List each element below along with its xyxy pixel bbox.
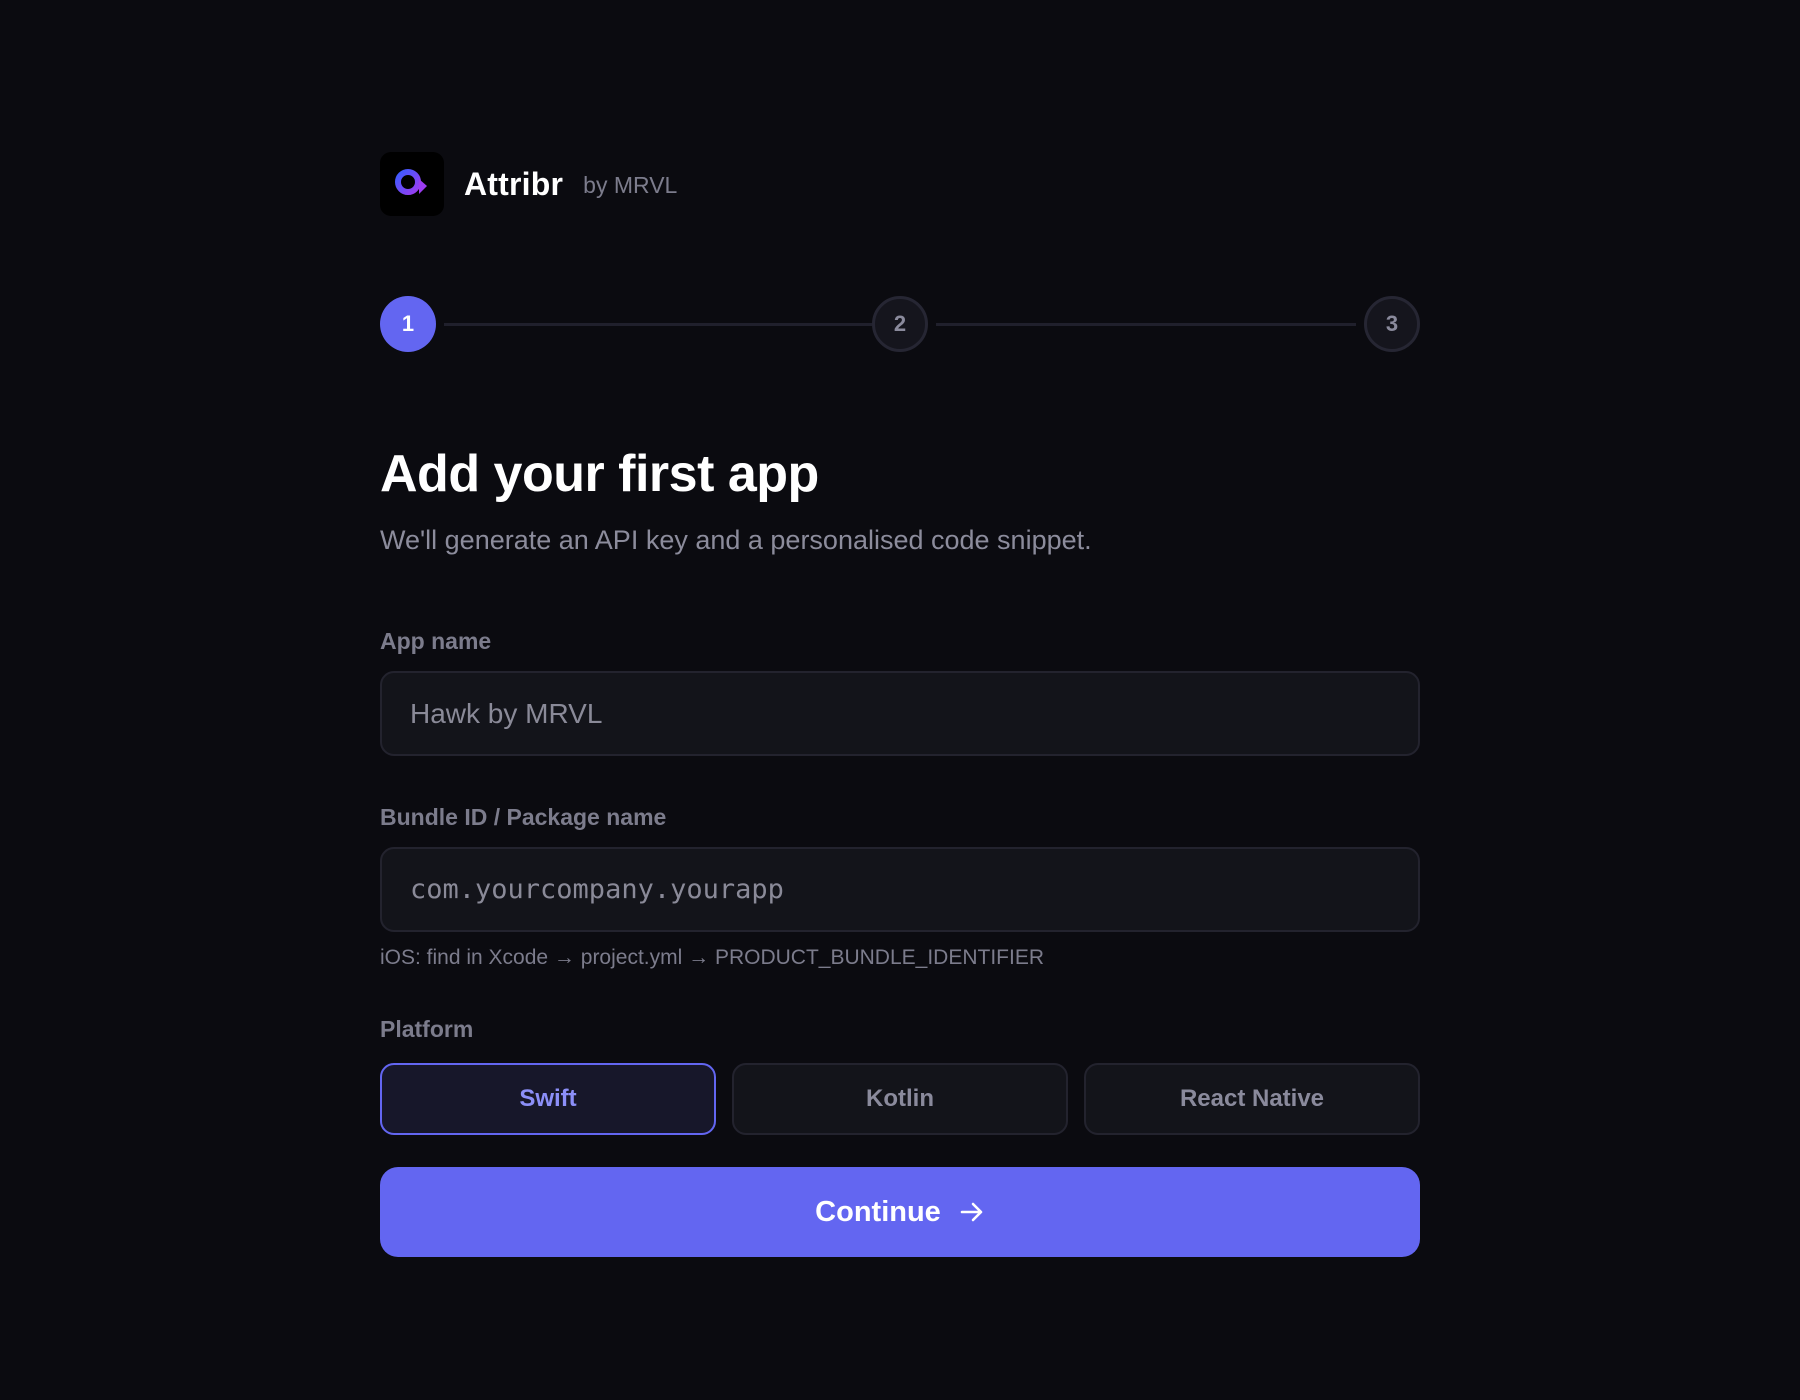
bundle-id-hint: iOS: find in Xcode → project.yml → PRODU… (380, 946, 1045, 970)
platform-option-react-native[interactable]: React Native (1084, 1063, 1420, 1136)
brand-byline: by MRVL (583, 171, 678, 198)
continue-button[interactable]: Continue (380, 1167, 1420, 1258)
app-name-input[interactable] (380, 671, 1420, 757)
page-title: Add your first app (380, 445, 819, 503)
bundle-id-input[interactable] (380, 847, 1420, 933)
progress-stepper: 1 2 3 (380, 296, 1420, 352)
attribr-logo-icon (380, 152, 444, 216)
bundle-id-label: Bundle ID / Package name (380, 804, 667, 831)
brand-header: Attribr by MRVL (380, 152, 1420, 216)
step-3-indicator: 3 (1364, 296, 1420, 352)
page-subtitle: We'll generate an API key and a personal… (380, 525, 1092, 556)
step-2-indicator: 2 (872, 296, 928, 352)
step-connector (444, 323, 872, 326)
brand-name: Attribr (464, 165, 564, 202)
platform-label: Platform (380, 1016, 474, 1043)
app-name-label: App name (380, 628, 492, 655)
platform-option-swift[interactable]: Swift (380, 1063, 716, 1136)
platform-option-kotlin[interactable]: Kotlin (732, 1063, 1068, 1136)
step-1-indicator: 1 (380, 296, 436, 352)
step-connector (936, 323, 1356, 326)
continue-button-label: Continue (815, 1195, 941, 1228)
arrow-right-icon (959, 1199, 985, 1225)
onboarding-card: Attribr by MRVL 1 2 3 Add your first app… (380, 152, 1420, 1258)
platform-selector: Swift Kotlin React Native (380, 1063, 1420, 1136)
